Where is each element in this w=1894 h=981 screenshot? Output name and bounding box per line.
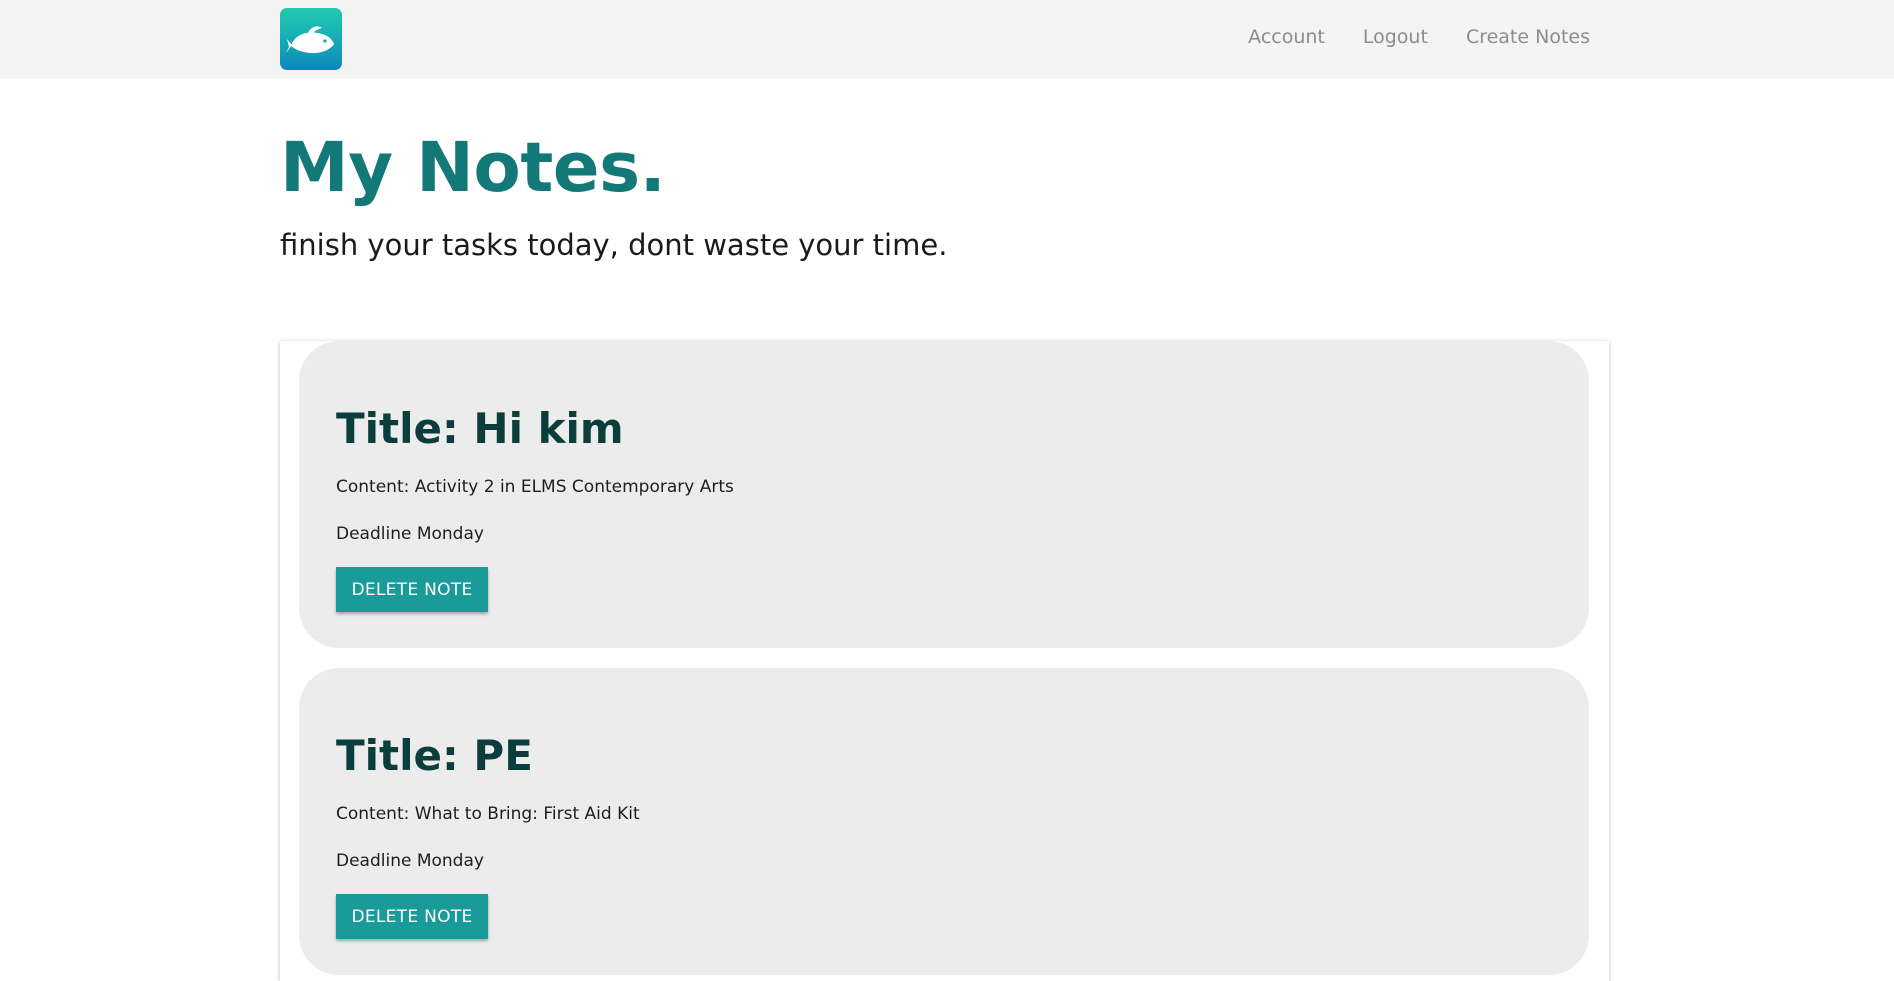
page-title: My Notes. [280,128,666,208]
note-card: Title: Hi kim Content: Activity 2 in ELM… [299,341,1589,648]
note-title: Title: Hi kim [336,404,624,453]
nav-logout-link[interactable]: Logout [1363,26,1428,48]
note-card: Title: PE Content: What to Bring: First … [299,668,1589,975]
navbar: Account Logout Create Notes [0,0,1894,79]
note-content: Content: What to Bring: First Aid Kit [336,804,640,824]
nav-create-notes-link[interactable]: Create Notes [1466,26,1590,48]
note-title: Title: PE [336,731,533,780]
nav-links: Account Logout Create Notes [1248,26,1590,48]
nav-account-link[interactable]: Account [1248,26,1325,48]
page-subtitle: finish your tasks today, dont waste your… [280,228,948,262]
note-deadline: Deadline Monday [336,524,484,544]
note-deadline: Deadline Monday [336,851,484,871]
delete-note-button[interactable]: DELETE NOTE [336,894,488,939]
note-content: Content: Activity 2 in ELMS Contemporary… [336,477,734,497]
notes-list: Title: Hi kim Content: Activity 2 in ELM… [280,341,1609,981]
delete-note-button[interactable]: DELETE NOTE [336,567,488,612]
fish-icon [286,26,334,54]
app-logo[interactable] [280,8,342,70]
